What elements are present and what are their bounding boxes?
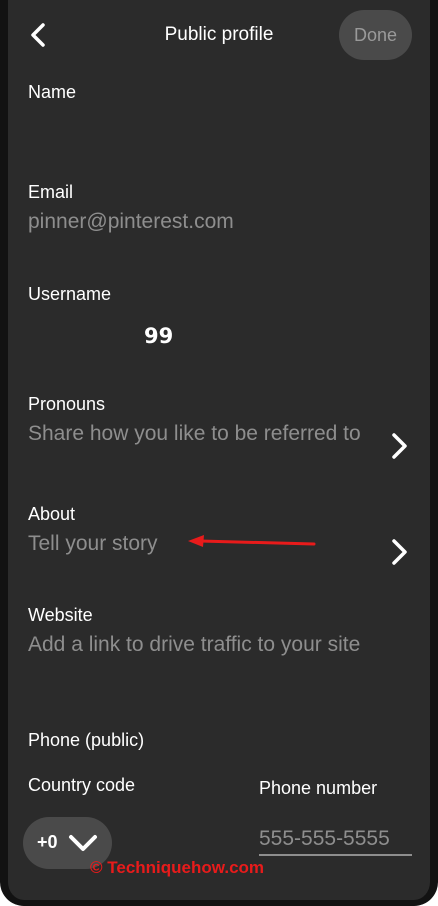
- watermark: © Techniquehow.com: [90, 858, 265, 877]
- phone-number-label: Phone number: [259, 778, 378, 798]
- country-code-value: +0: [37, 832, 58, 852]
- name-field[interactable]: [28, 112, 388, 142]
- chevron-right-icon[interactable]: [388, 431, 412, 461]
- website-label: Website: [28, 605, 93, 625]
- chevron-right-icon[interactable]: [388, 537, 412, 567]
- country-code-label: Country code: [28, 775, 136, 795]
- header: Public profile Done: [8, 0, 430, 72]
- pronouns-field[interactable]: Share how you like to be referred to: [28, 420, 383, 448]
- email-label: Email: [28, 182, 74, 202]
- phone-number-input[interactable]: 555-555-5555: [259, 824, 412, 856]
- chevron-down-icon: [69, 835, 97, 851]
- website-field[interactable]: Add a link to drive traffic to your site: [28, 631, 388, 659]
- name-label: Name: [28, 82, 77, 102]
- phone-section-label: Phone (public): [28, 730, 145, 750]
- annotation-arrow: [188, 535, 316, 547]
- about-field[interactable]: Tell your story: [28, 530, 158, 558]
- profile-screen: Public profile Done Name Email pinner@pi…: [0, 0, 438, 906]
- username-field[interactable]: 99: [144, 324, 173, 348]
- username-label: Username: [28, 284, 112, 304]
- done-button[interactable]: Done: [339, 10, 412, 60]
- about-label: About: [28, 504, 76, 524]
- email-field[interactable]: pinner@pinterest.com: [28, 208, 234, 236]
- pronouns-label: Pronouns: [28, 394, 106, 414]
